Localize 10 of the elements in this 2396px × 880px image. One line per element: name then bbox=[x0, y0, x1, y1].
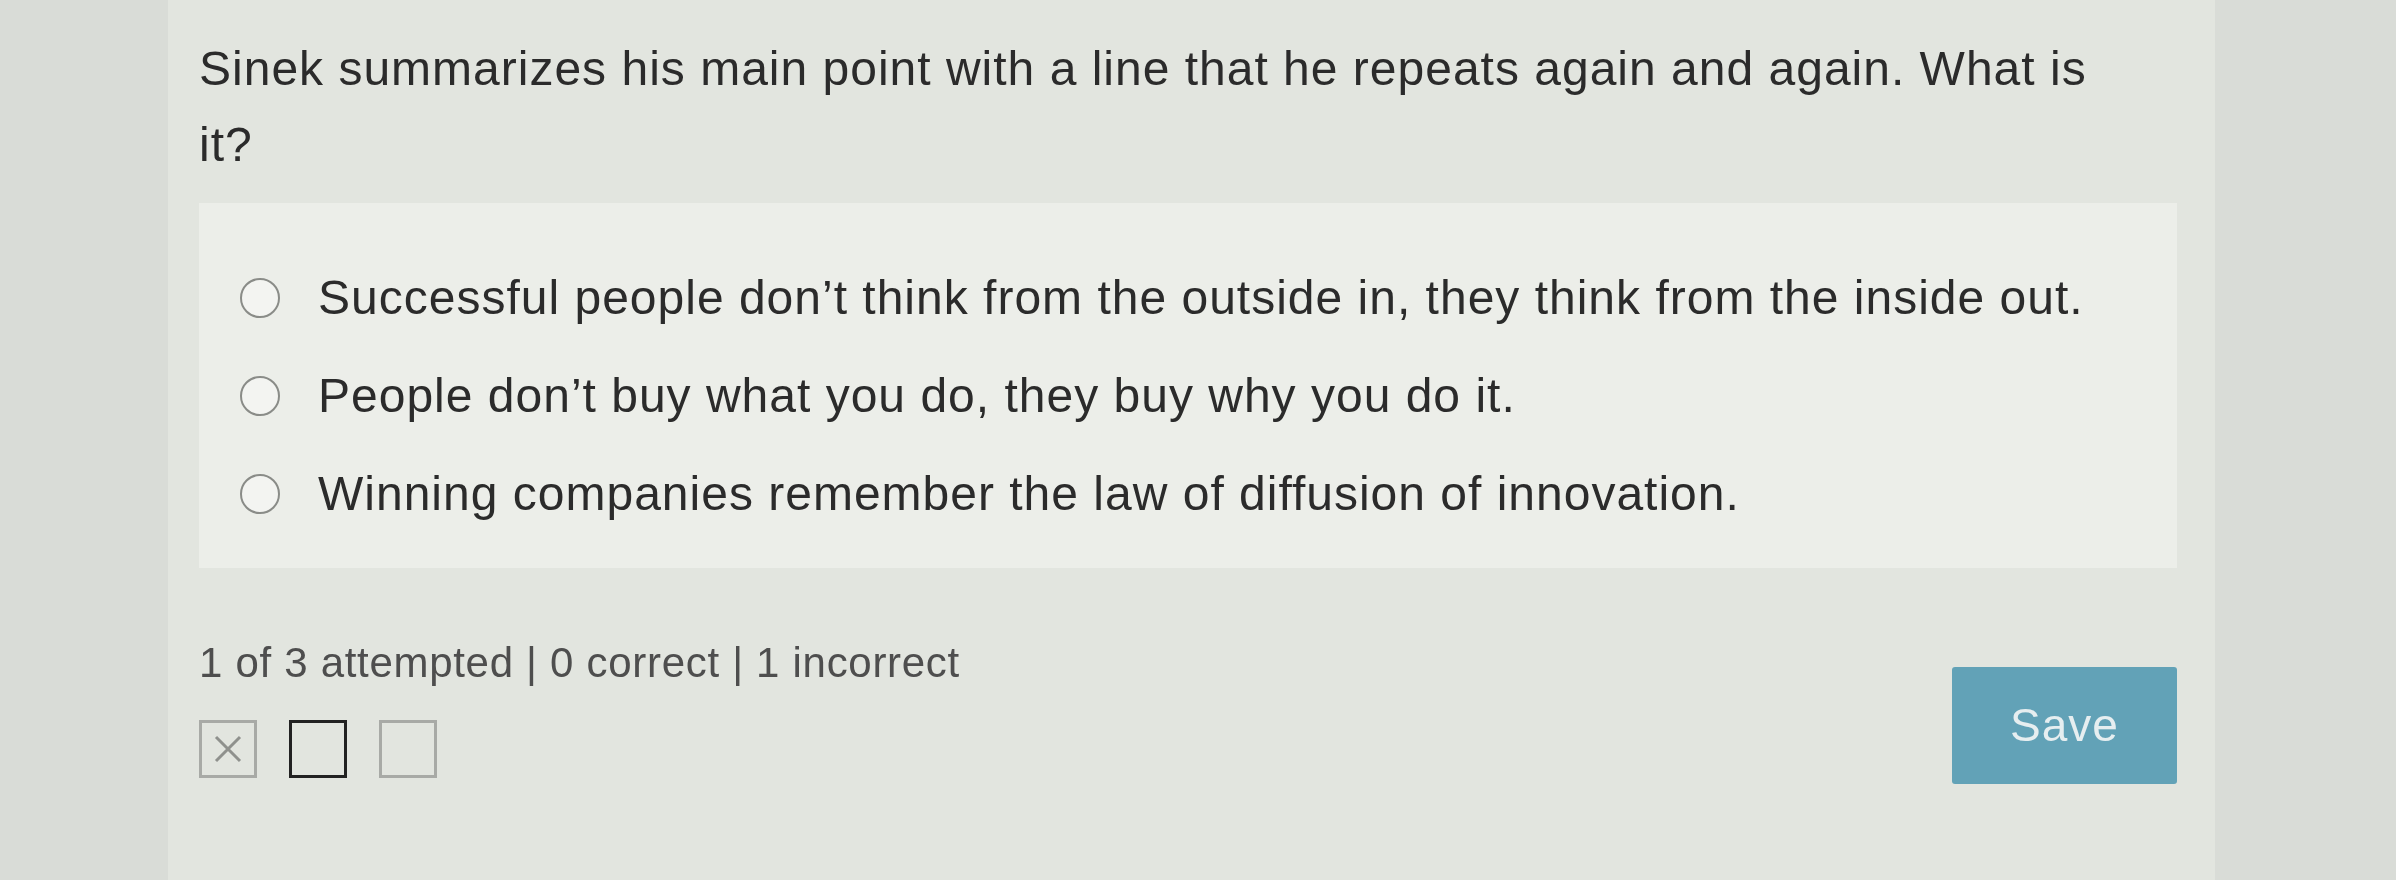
option-label[interactable]: Successful people don’t think from the outside in, they think from the inside out. bbox=[318, 269, 2084, 327]
option-label[interactable]: Winning companies remember the law of diffusion of innovation. bbox=[318, 465, 1740, 523]
progress-summary: 1 of 3 attempted | 0 correct | 1 incorrect bbox=[199, 638, 960, 688]
radio-button[interactable] bbox=[240, 474, 280, 514]
radio-button[interactable] bbox=[240, 278, 280, 318]
cross-icon bbox=[214, 735, 242, 763]
option-label[interactable]: People don’t buy what you do, they buy why you do it. bbox=[318, 367, 1516, 425]
question-nav-button[interactable] bbox=[289, 720, 347, 778]
question-text: Sinek summarizes his main point with a line that he repeats again and again. What is it? bbox=[199, 41, 2088, 173]
radio-button[interactable] bbox=[240, 376, 280, 416]
